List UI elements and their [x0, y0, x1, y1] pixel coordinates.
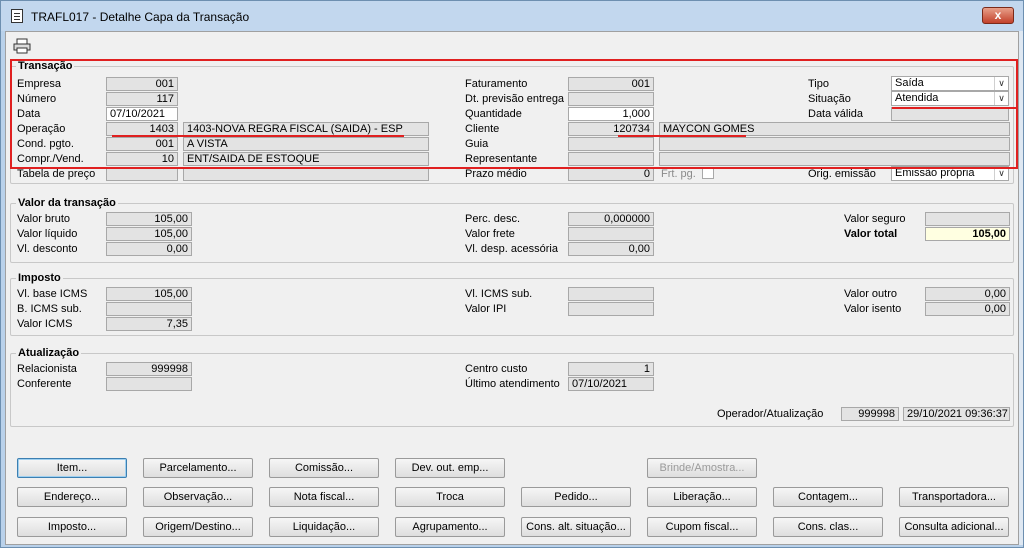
- close-button[interactable]: x: [982, 7, 1014, 24]
- perc-desc-field[interactable]: 0,000000: [568, 212, 654, 226]
- valor-ipi-field[interactable]: [568, 302, 654, 316]
- valor-icms-field[interactable]: 7,35: [106, 317, 192, 331]
- liberacao-button[interactable]: Liberação...: [647, 487, 757, 507]
- valor-title: Valor da transação: [16, 197, 118, 209]
- valor-liquido-field[interactable]: 105,00: [106, 227, 192, 241]
- pedido-button[interactable]: Pedido...: [521, 487, 631, 507]
- origem-destino-button[interactable]: Origem/Destino...: [143, 517, 253, 537]
- endereco-button[interactable]: Endereço...: [17, 487, 127, 507]
- tabela-preco-code-field[interactable]: [106, 167, 178, 181]
- contagem-button[interactable]: Contagem...: [773, 487, 883, 507]
- b-icms-sub-label: B. ICMS sub.: [17, 303, 82, 315]
- valor-isento-field[interactable]: 0,00: [925, 302, 1010, 316]
- operador-label: Operador/Atualização: [717, 408, 824, 420]
- comissao-button[interactable]: Comissão...: [269, 458, 379, 478]
- valor-ipi-label: Valor IPI: [465, 303, 507, 315]
- consulta-adicional-button[interactable]: Consulta adicional...: [899, 517, 1009, 537]
- perc-desc-label: Perc. desc.: [465, 213, 521, 225]
- imposto-title: Imposto: [16, 272, 63, 284]
- orig-emissao-label: Orig. emissão: [808, 168, 876, 180]
- vl-desp-label: Vl. desp. acessória: [465, 243, 558, 255]
- highlight-underline-cliente: [618, 135, 746, 137]
- valor-seguro-label: Valor seguro: [844, 213, 906, 225]
- highlight-underline-operacao: [112, 135, 404, 137]
- agrupamento-button[interactable]: Agrupamento...: [395, 517, 505, 537]
- operador-datetime-field[interactable]: 29/10/2021 09:36:37: [903, 407, 1010, 421]
- cupom-fiscal-button[interactable]: Cupom fiscal...: [647, 517, 757, 537]
- centro-custo-label: Centro custo: [465, 363, 528, 375]
- item-button[interactable]: Item...: [17, 458, 127, 478]
- vl-base-icms-field[interactable]: 105,00: [106, 287, 192, 301]
- vl-icms-sub-label: Vl. ICMS sub.: [465, 288, 533, 300]
- valor-total-label: Valor total: [844, 228, 898, 240]
- window: TRAFL017 - Detalhe Capa da Transação x T…: [0, 0, 1024, 548]
- vl-base-icms-label: Vl. base ICMS: [17, 288, 88, 300]
- relacionista-label: Relacionista: [17, 363, 77, 375]
- ultimo-atendimento-field[interactable]: 07/10/2021: [568, 377, 654, 391]
- valor-liquido-label: Valor líquido: [17, 228, 78, 240]
- imposto-button[interactable]: Imposto...: [17, 517, 127, 537]
- parcelamento-button[interactable]: Parcelamento...: [143, 458, 253, 478]
- valor-outro-label: Valor outro: [844, 288, 897, 300]
- highlight-box: [10, 59, 1018, 169]
- valor-bruto-field[interactable]: 105,00: [106, 212, 192, 226]
- transportadora-button[interactable]: Transportadora...: [899, 487, 1009, 507]
- cons-alt-situacao-button[interactable]: Cons. alt. situação...: [521, 517, 631, 537]
- conferente-label: Conferente: [17, 378, 72, 390]
- vl-desconto-label: Vl. desconto: [17, 243, 78, 255]
- b-icms-sub-field[interactable]: [106, 302, 192, 316]
- dev-out-emp-button[interactable]: Dev. out. emp...: [395, 458, 505, 478]
- frt-pg-label: Frt. pg.: [661, 168, 696, 180]
- valor-isento-label: Valor isento: [844, 303, 902, 315]
- scrollbar[interactable]: [1019, 31, 1023, 545]
- printer-icon[interactable]: [13, 38, 31, 54]
- nota-fiscal-button[interactable]: Nota fiscal...: [269, 487, 379, 507]
- prazo-medio-field[interactable]: 0: [568, 167, 654, 181]
- brinde-amostra-button[interactable]: Brinde/Amostra...: [647, 458, 757, 478]
- client-area: Transação Empresa 001 Número 117 Data 07…: [5, 31, 1019, 545]
- troca-button[interactable]: Troca: [395, 487, 505, 507]
- valor-frete-label: Valor frete: [465, 228, 515, 240]
- relacionista-field[interactable]: 999998: [106, 362, 192, 376]
- vl-desconto-field[interactable]: 0,00: [106, 242, 192, 256]
- valor-icms-label: Valor ICMS: [17, 318, 73, 330]
- ultimo-atendimento-label: Último atendimento: [465, 378, 560, 390]
- tabela-preco-label: Tabela de preço: [17, 168, 96, 180]
- cons-clas-button[interactable]: Cons. clas...: [773, 517, 883, 537]
- centro-custo-field[interactable]: 1: [568, 362, 654, 376]
- valor-outro-field[interactable]: 0,00: [925, 287, 1010, 301]
- valor-frete-field[interactable]: [568, 227, 654, 241]
- conferente-field[interactable]: [106, 377, 192, 391]
- valor-total-field[interactable]: 105,00: [925, 227, 1010, 241]
- highlight-underline-situacao: [892, 107, 1018, 109]
- valor-bruto-label: Valor bruto: [17, 213, 70, 225]
- document-icon: [11, 9, 23, 23]
- vl-desp-field[interactable]: 0,00: [568, 242, 654, 256]
- window-title: TRAFL017 - Detalhe Capa da Transação: [31, 10, 250, 24]
- liquidacao-button[interactable]: Liquidação...: [269, 517, 379, 537]
- prazo-medio-label: Prazo médio: [465, 168, 527, 180]
- observacao-button[interactable]: Observação...: [143, 487, 253, 507]
- valor-seguro-field[interactable]: [925, 212, 1010, 226]
- atualizacao-title: Atualização: [16, 347, 82, 359]
- operador-code-field[interactable]: 999998: [841, 407, 899, 421]
- vl-icms-sub-field[interactable]: [568, 287, 654, 301]
- tabela-preco-desc-field: [183, 167, 429, 181]
- title-bar: TRAFL017 - Detalhe Capa da Transação x: [1, 1, 1023, 31]
